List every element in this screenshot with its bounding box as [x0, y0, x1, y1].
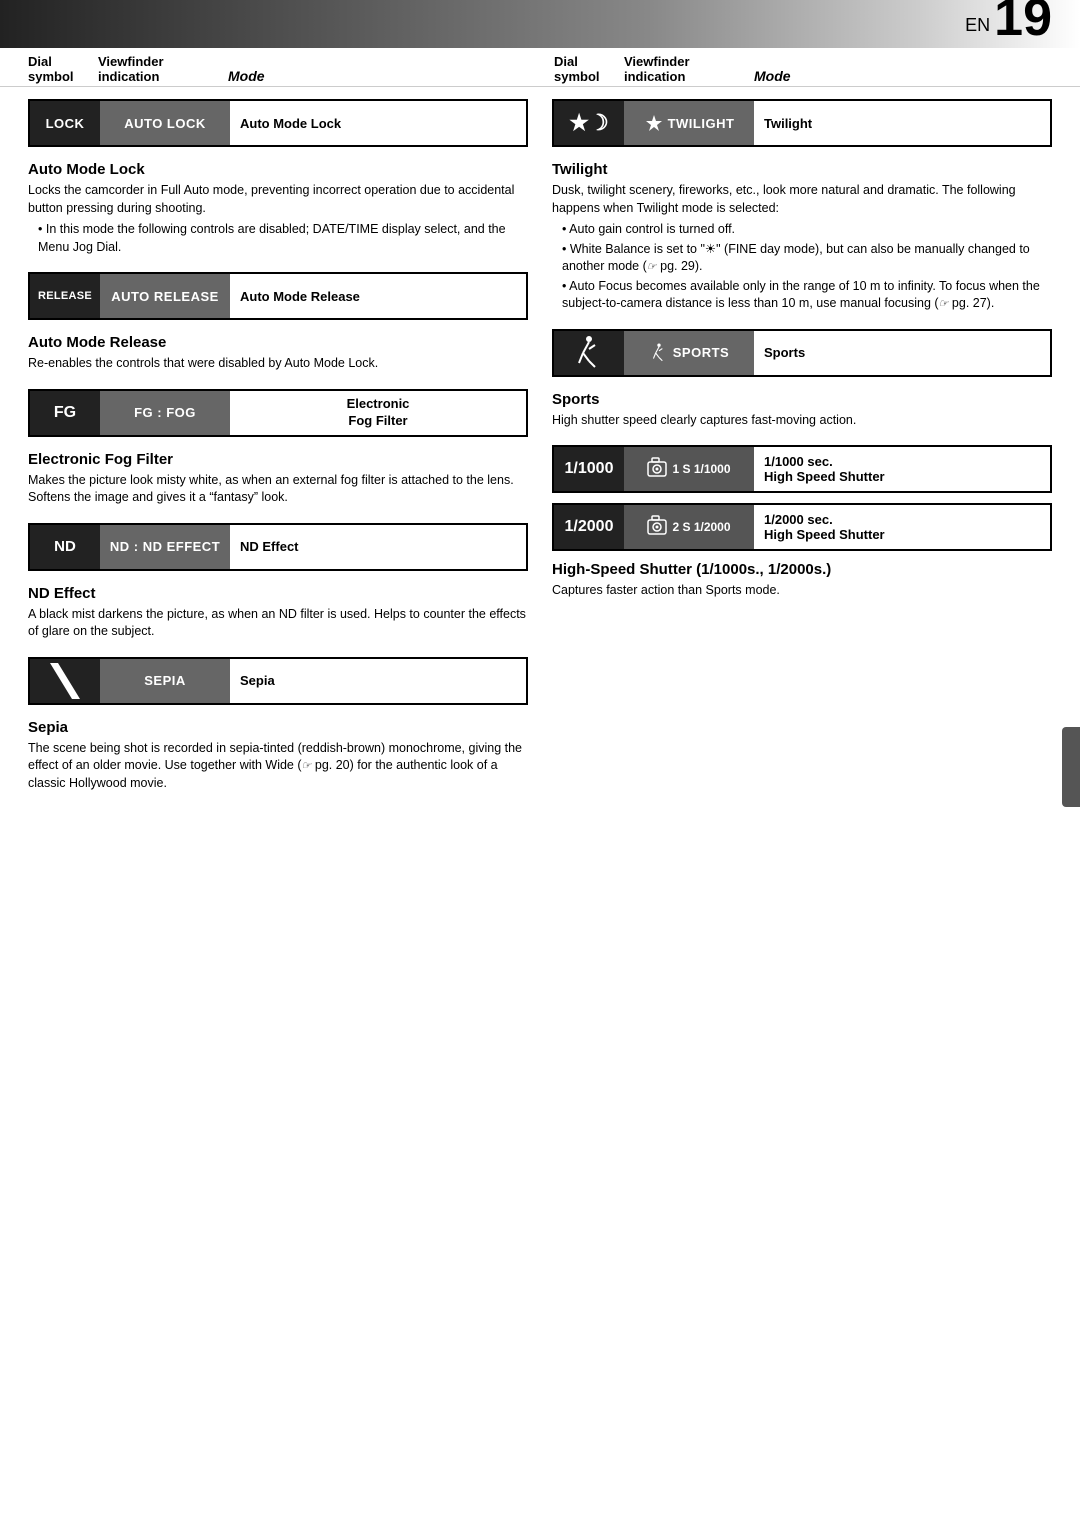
shutter-2000-label-bottom: High Speed Shutter	[764, 527, 885, 542]
twilight-bullet-0: Auto gain control is turned off.	[552, 221, 1052, 239]
twilight-title: Twilight	[552, 161, 1052, 178]
auto-mode-lock-title: Auto Mode Lock	[28, 161, 528, 178]
fg-symbol: FG	[30, 391, 100, 435]
page-number: 19	[994, 0, 1052, 44]
fog-filter-section: Electronic Fog Filter Makes the picture …	[28, 451, 528, 507]
sepia-row: SEPIA Sepia	[28, 657, 528, 705]
fg-indication: FG : FOG	[100, 391, 230, 435]
shutter-1000-label: 1/1000 sec. High Speed Shutter	[754, 447, 1050, 491]
column-headers: Dial symbol Viewfinder indication Mode D…	[0, 48, 1080, 87]
shutter-1000-camera-icon	[647, 456, 669, 482]
high-speed-shutter-section: High-Speed Shutter (1/1000s., 1/2000s.) …	[552, 561, 1052, 600]
sports-symbol	[554, 331, 624, 375]
twilight-body: Dusk, twilight scenery, fireworks, etc.,…	[552, 182, 1052, 217]
sepia-symbol	[30, 659, 100, 703]
shutter-1000-label-top: 1/1000 sec.	[764, 454, 833, 469]
right-dial-symbol-header: Dial symbol	[554, 54, 624, 84]
nd-indication: ND : ND EFFECT	[100, 525, 230, 569]
nd-effect-title: ND Effect	[28, 585, 528, 602]
shutter-1000-indicator: 1 S 1/1000	[672, 462, 730, 476]
high-speed-shutter-title: High-Speed Shutter (1/1000s., 1/2000s.)	[552, 561, 1052, 578]
auto-mode-release-section: Auto Mode Release Re-enables the control…	[28, 334, 528, 373]
sports-body: High shutter speed clearly captures fast…	[552, 412, 1052, 430]
left-viewfinder-header: Viewfinder indication	[98, 54, 228, 84]
left-mode-header: Mode	[228, 68, 540, 84]
shutter-2000-number: 1/2000	[554, 505, 624, 549]
right-headers: Dial symbol Viewfinder indication Mode	[540, 54, 1052, 84]
twilight-mode-name: Twilight	[754, 101, 1050, 145]
auto-mode-lock-body: Locks the camcorder in Full Auto mode, p…	[28, 182, 528, 217]
fog-filter-row: FG FG : FOG Electronic Fog Filter	[28, 389, 528, 437]
lock-symbol: LOCK	[30, 101, 100, 145]
twilight-bullet-2: Auto Focus becomes available only in the…	[552, 278, 1052, 313]
header-bar: EN 19	[0, 0, 1080, 48]
sports-section: Sports High shutter speed clearly captur…	[552, 391, 1052, 430]
sepia-title: Sepia	[28, 719, 528, 736]
release-mode-name: Auto Mode Release	[230, 274, 526, 318]
sports-indication: SPORTS	[624, 331, 754, 375]
shutter-2000-label-top: 1/2000 sec.	[764, 512, 833, 527]
sepia-mode-name: Sepia	[230, 659, 526, 703]
shutter-2000-indicator: 2 S 1/2000	[672, 520, 730, 534]
right-mode-header: Mode	[754, 68, 1052, 84]
sports-indication-icon	[649, 343, 669, 363]
sports-row: SPORTS Sports	[552, 329, 1052, 377]
left-headers: Dial symbol Viewfinder indication Mode	[28, 54, 540, 84]
sports-mode-name: Sports	[754, 331, 1050, 375]
auto-mode-lock-bullet-0: In this mode the following controls are …	[28, 221, 528, 256]
shutter-2000-icon: 2 S 1/2000	[624, 505, 754, 549]
nd-effect-section: ND Effect A black mist darkens the pictu…	[28, 585, 528, 641]
sepia-diagonal-icon	[50, 663, 80, 699]
en-label: EN	[965, 15, 990, 36]
fog-filter-title: Electronic Fog Filter	[28, 451, 528, 468]
sports-title: Sports	[552, 391, 1052, 408]
high-speed-shutter-body: Captures faster action than Sports mode.	[552, 582, 1052, 600]
main-content: LOCK AUTO LOCK Auto Mode Lock Auto Mode …	[0, 89, 1080, 808]
release-indication: AUTO RELEASE	[100, 274, 230, 318]
shutter-1000-number: 1/1000	[554, 447, 624, 491]
left-column: LOCK AUTO LOCK Auto Mode Lock Auto Mode …	[28, 89, 528, 808]
auto-mode-lock-row: LOCK AUTO LOCK Auto Mode Lock	[28, 99, 528, 147]
twilight-star-icon	[644, 113, 664, 133]
sepia-section: Sepia The scene being shot is recorded i…	[28, 719, 528, 793]
twilight-bullet-1: White Balance is set to "☀" (FINE day mo…	[552, 241, 1052, 276]
release-symbol: RELEASE	[30, 274, 100, 318]
shutter-1000-row: 1/1000 1 S 1/1000 1/1000 sec. High Speed…	[552, 445, 1052, 493]
nd-symbol: ND	[30, 525, 100, 569]
twilight-section: Twilight Dusk, twilight scenery, firewor…	[552, 161, 1052, 313]
shutter-2000-camera-icon	[647, 514, 669, 540]
right-viewfinder-header: Viewfinder indication	[624, 54, 754, 84]
shutter-2000-row: 1/2000 2 S 1/2000 1/2000 sec. High Speed…	[552, 503, 1052, 551]
twilight-symbol: ★☽	[554, 101, 624, 145]
sepia-body: The scene being shot is recorded in sepi…	[28, 740, 528, 793]
auto-mode-release-row: RELEASE AUTO RELEASE Auto Mode Release	[28, 272, 528, 320]
auto-mode-release-body: Re-enables the controls that were disabl…	[28, 355, 528, 373]
twilight-row: ★☽ TWILIGHT Twilight	[552, 99, 1052, 147]
sports-figure-icon	[573, 335, 605, 371]
shutter-1000-icon: 1 S 1/1000	[624, 447, 754, 491]
nd-effect-body: A black mist darkens the picture, as whe…	[28, 606, 528, 641]
nd-effect-row: ND ND : ND EFFECT ND Effect	[28, 523, 528, 571]
auto-mode-lock-section: Auto Mode Lock Locks the camcorder in Fu…	[28, 161, 528, 256]
side-tab	[1062, 727, 1080, 807]
left-dial-symbol-header: Dial symbol	[28, 54, 98, 84]
lock-mode-name: Auto Mode Lock	[230, 101, 526, 145]
auto-mode-release-title: Auto Mode Release	[28, 334, 528, 351]
nd-mode-name: ND Effect	[230, 525, 526, 569]
twilight-indication: TWILIGHT	[624, 101, 754, 145]
sepia-indication: SEPIA	[100, 659, 230, 703]
fog-filter-body: Makes the picture look misty white, as w…	[28, 472, 528, 507]
lock-indication: AUTO LOCK	[100, 101, 230, 145]
shutter-1000-label-bottom: High Speed Shutter	[764, 469, 885, 484]
fog-mode-name: Electronic Fog Filter	[230, 391, 526, 435]
right-column: ★☽ TWILIGHT Twilight Twilight Dusk, twil…	[552, 89, 1052, 808]
shutter-2000-label: 1/2000 sec. High Speed Shutter	[754, 505, 1050, 549]
